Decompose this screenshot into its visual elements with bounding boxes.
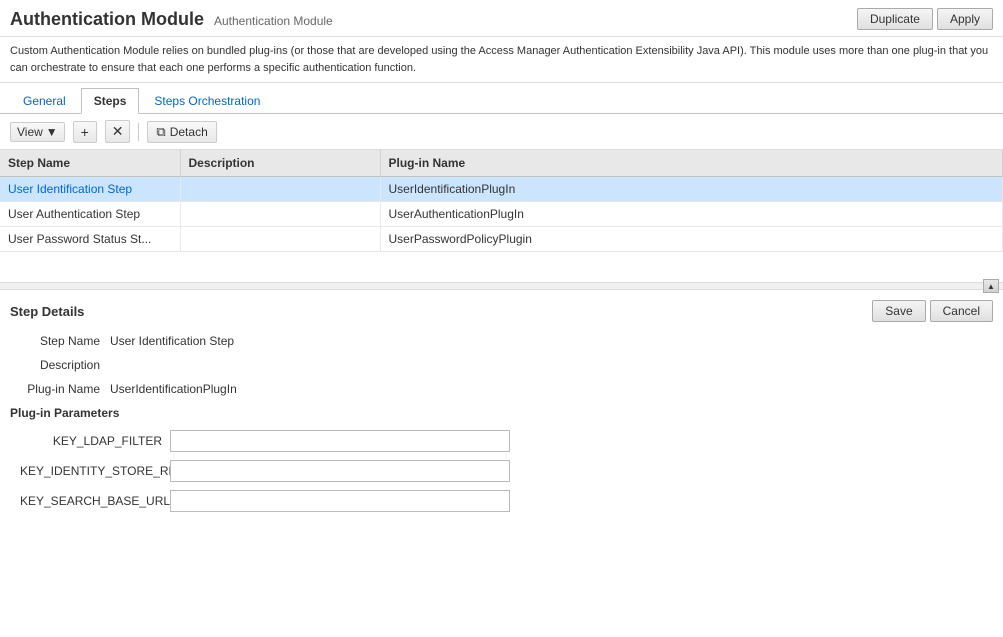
cancel-button[interactable]: Cancel	[930, 300, 993, 322]
cell-description	[180, 177, 380, 202]
table-section: Step Name Description Plug-in Name User …	[0, 150, 1003, 252]
tab-general[interactable]: General	[10, 88, 79, 114]
step-details-title: Step Details	[10, 304, 84, 319]
page-header: Authentication Module Authentication Mod…	[0, 0, 1003, 37]
steps-table: Step Name Description Plug-in Name User …	[0, 150, 1003, 252]
col-description: Description	[180, 150, 380, 177]
header-left: Authentication Module Authentication Mod…	[10, 9, 333, 30]
step-name-row: Step Name User Identification Step	[10, 334, 993, 348]
param-label: KEY_LDAP_FILTER	[20, 434, 170, 448]
cell-plugin-name: UserPasswordPolicyPlugin	[380, 227, 1003, 252]
table-row[interactable]: User Password Status St... UserPasswordPo…	[0, 227, 1003, 252]
cell-plugin-name: UserAuthenticationPlugIn	[380, 202, 1003, 227]
toolbar: View ▼ + ✕ ⧉ Detach	[0, 114, 1003, 150]
description-row: Description	[10, 358, 993, 372]
save-button[interactable]: Save	[872, 300, 925, 322]
delete-button[interactable]: ✕	[105, 120, 131, 143]
cell-plugin-name: UserIdentificationPlugIn	[380, 177, 1003, 202]
step-details-panel: Step Details Save Cancel Step Name User …	[0, 290, 1003, 530]
table-row[interactable]: User Identification Step UserIdentificati…	[0, 177, 1003, 202]
param-row: KEY_IDENTITY_STORE_REF	[20, 460, 993, 482]
detach-button[interactable]: ⧉ Detach	[147, 121, 216, 143]
param-input[interactable]	[170, 460, 510, 482]
param-input[interactable]	[170, 430, 510, 452]
param-label: KEY_IDENTITY_STORE_REF	[20, 464, 170, 478]
col-step-name: Step Name	[0, 150, 180, 177]
step-name-value: User Identification Step	[110, 334, 234, 348]
splitter[interactable]: ▲	[0, 282, 1003, 290]
param-row: KEY_SEARCH_BASE_URL	[20, 490, 993, 512]
view-label: View	[17, 125, 43, 139]
cell-description	[180, 227, 380, 252]
plugin-params: KEY_LDAP_FILTER KEY_IDENTITY_STORE_REF KEY…	[20, 430, 993, 512]
plugin-name-label: Plug-in Name	[10, 382, 110, 396]
param-row: KEY_LDAP_FILTER	[20, 430, 993, 452]
table-header-row: Step Name Description Plug-in Name	[0, 150, 1003, 177]
detach-label: Detach	[170, 125, 208, 139]
param-input[interactable]	[170, 490, 510, 512]
description-label: Description	[10, 358, 110, 372]
page-title: Authentication Module	[10, 9, 204, 30]
plugin-name-value: UserIdentificationPlugIn	[110, 382, 237, 396]
detach-icon: ⧉	[156, 124, 165, 140]
duplicate-button[interactable]: Duplicate	[857, 8, 933, 30]
description-text: Custom Authentication Module relies on b…	[0, 37, 1003, 83]
param-label: KEY_SEARCH_BASE_URL	[20, 494, 170, 508]
col-plugin-name: Plug-in Name	[380, 150, 1003, 177]
cell-step-name: User Identification Step	[0, 177, 180, 202]
table-row[interactable]: User Authentication Step UserAuthenticati…	[0, 202, 1003, 227]
view-dropdown-icon: ▼	[46, 125, 58, 139]
step-details-actions: Save Cancel	[872, 300, 993, 322]
toolbar-divider	[138, 123, 139, 141]
tab-steps[interactable]: Steps	[81, 88, 140, 114]
plugin-name-row: Plug-in Name UserIdentificationPlugIn	[10, 382, 993, 396]
apply-button[interactable]: Apply	[937, 8, 993, 30]
view-button[interactable]: View ▼	[10, 122, 65, 142]
page-subtitle: Authentication Module	[214, 14, 333, 28]
tabs-container: General Steps Steps Orchestration	[0, 87, 1003, 114]
tab-steps-orchestration[interactable]: Steps Orchestration	[141, 88, 273, 114]
cell-step-name: User Password Status St...	[0, 227, 180, 252]
header-buttons: Duplicate Apply	[857, 8, 993, 30]
plugin-params-title: Plug-in Parameters	[10, 406, 993, 420]
splitter-handle[interactable]: ▲	[983, 279, 999, 293]
add-button[interactable]: +	[73, 121, 97, 143]
step-details-header: Step Details Save Cancel	[10, 300, 993, 322]
step-name-label: Step Name	[10, 334, 110, 348]
cell-step-name: User Authentication Step	[0, 202, 180, 227]
cell-description	[180, 202, 380, 227]
